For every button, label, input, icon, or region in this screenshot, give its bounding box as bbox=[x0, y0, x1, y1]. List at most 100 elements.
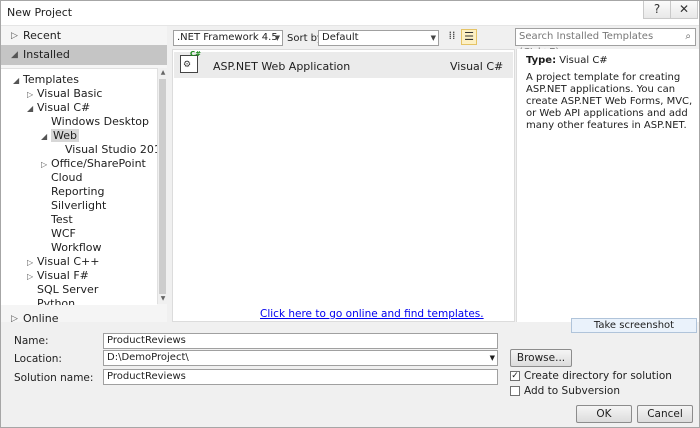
tree-item[interactable]: ◢ Web bbox=[41, 129, 79, 143]
tree-scrollbar[interactable]: ▲ ▼ bbox=[157, 68, 168, 304]
template-name: ASP.NET Web Application bbox=[213, 60, 351, 73]
installed-label: Installed bbox=[23, 48, 70, 61]
tree-item-label: Visual C# bbox=[37, 101, 91, 114]
solution-name-field[interactable]: ProductReviews bbox=[103, 369, 498, 385]
type-line: Type: Visual C# bbox=[526, 55, 608, 66]
tree-item-label: Workflow bbox=[51, 241, 102, 254]
online-label: Online bbox=[23, 312, 59, 325]
create-directory-label: Create directory for solution bbox=[524, 370, 672, 382]
category-panel: ▷ Recent ◢ Installed ◢ Templates ▷ Visual B… bbox=[1, 26, 168, 325]
template-item[interactable]: C# ⚙ ASP.NET Web Application Visual C# bbox=[174, 50, 513, 78]
small-icons-view-icon[interactable]: ⁞⁞ bbox=[444, 29, 460, 45]
gear-icon: ⚙ bbox=[183, 60, 192, 70]
expand-arrow-icon[interactable]: ▷ bbox=[11, 26, 18, 46]
tree-item[interactable]: Test bbox=[41, 213, 73, 227]
online-templates-link[interactable]: Click here to go online and find templat… bbox=[260, 308, 484, 320]
tree-item[interactable]: Silverlight bbox=[41, 199, 106, 213]
installed-section[interactable]: ◢ Installed bbox=[1, 45, 167, 65]
csharp-badge: C# bbox=[189, 50, 201, 58]
template-language: Visual C# bbox=[450, 60, 504, 73]
title-bar: New Project ? ✕ bbox=[1, 1, 699, 26]
ok-button[interactable]: OK bbox=[576, 405, 632, 423]
list-view-icon[interactable]: ☰ bbox=[461, 29, 477, 45]
collapse-arrow-icon[interactable]: ◢ bbox=[11, 45, 18, 65]
tree-item[interactable]: Windows Desktop bbox=[41, 115, 149, 129]
name-value: ProductReviews bbox=[107, 335, 186, 346]
tree-item[interactable]: Workflow bbox=[41, 241, 102, 255]
tree-arrow-icon[interactable]: ▷ bbox=[41, 158, 51, 172]
tree-item-label: Silverlight bbox=[51, 199, 107, 212]
tree-item[interactable]: WCF bbox=[41, 227, 76, 241]
description-panel: Type: Visual C# A project template for c… bbox=[516, 49, 699, 322]
tree-arrow-icon[interactable]: ◢ bbox=[27, 102, 37, 116]
tree-item-label: Python bbox=[37, 297, 76, 305]
template-list: C# ⚙ ASP.NET Web Application Visual C# C… bbox=[172, 49, 515, 322]
web-project-icon: C# ⚙ bbox=[180, 50, 201, 73]
tree-item[interactable]: ▷ Visual Basic bbox=[27, 87, 102, 101]
recent-label: Recent bbox=[23, 29, 62, 42]
location-value: D:\DemoProject\ bbox=[107, 352, 189, 363]
solution-name-value: ProductReviews bbox=[107, 371, 186, 382]
tree-item-label: Web bbox=[51, 129, 79, 142]
tree-item[interactable]: SQL Server bbox=[27, 283, 98, 297]
new-project-dialog: New Project ? ✕ ▷ Recent ◢ Installed ◢ Te… bbox=[0, 0, 700, 428]
browse-button[interactable]: Browse... bbox=[510, 349, 572, 367]
tree-item[interactable]: Cloud bbox=[41, 171, 82, 185]
search-icon[interactable]: ⌕ bbox=[685, 29, 691, 45]
tree-item-label: Office/SharePoint bbox=[51, 157, 146, 170]
template-toolbar: .NET Framework 4.5 ▼ Sort by: Default ▼ … bbox=[169, 26, 514, 48]
type-label: Type: bbox=[526, 55, 557, 66]
tree-item-label: SQL Server bbox=[37, 283, 99, 296]
template-tree: ◢ Templates ▷ Visual Basic ◢ Visual C# Windows… bbox=[1, 68, 157, 305]
tree-item[interactable]: Python bbox=[27, 297, 75, 305]
sort-select[interactable]: Default ▼ bbox=[318, 30, 439, 46]
tree-item-label: Visual F# bbox=[37, 269, 89, 282]
expand-arrow-icon[interactable]: ▷ bbox=[11, 309, 18, 329]
help-button[interactable]: ? bbox=[643, 1, 671, 19]
solution-name-label: Solution name: bbox=[14, 372, 94, 384]
take-screenshot-button[interactable]: Take screenshot bbox=[571, 318, 697, 333]
tree-arrow-icon[interactable]: ▷ bbox=[27, 270, 37, 284]
tree-item-label: Visual Studio 2012 bbox=[65, 143, 157, 156]
cancel-button[interactable]: Cancel bbox=[637, 405, 693, 423]
recent-section[interactable]: ▷ Recent bbox=[1, 26, 167, 46]
tree-item-label: Visual Basic bbox=[37, 87, 103, 100]
tree-item[interactable]: ▷ Visual F# bbox=[27, 269, 89, 283]
location-label: Location: bbox=[14, 353, 62, 365]
tree-arrow-icon[interactable]: ▷ bbox=[27, 88, 37, 102]
location-field[interactable]: D:\DemoProject\ ▼ bbox=[103, 350, 498, 366]
online-section[interactable]: ▷ Online bbox=[1, 309, 167, 329]
sort-value: Default bbox=[322, 32, 359, 43]
dropdown-arrow-icon[interactable]: ▼ bbox=[490, 351, 495, 365]
search-input[interactable]: Search Installed Templates (Ctrl+E) ⌕ bbox=[515, 28, 696, 58]
name-field[interactable]: ProductReviews bbox=[103, 333, 498, 349]
tree-item-label: Cloud bbox=[51, 171, 83, 184]
tree-arrow-icon[interactable]: ▷ bbox=[27, 256, 37, 270]
subversion-checkbox[interactable] bbox=[510, 386, 520, 396]
tree-item[interactable]: ▷ Visual C++ bbox=[27, 255, 99, 269]
dropdown-arrow-icon: ▼ bbox=[430, 34, 436, 42]
close-button[interactable]: ✕ bbox=[670, 1, 698, 19]
tree-item-label: WCF bbox=[51, 227, 76, 240]
tree-item[interactable]: Visual Studio 2012 bbox=[55, 143, 157, 157]
window-title: New Project bbox=[7, 6, 73, 19]
create-directory-checkbox[interactable]: ✓ bbox=[510, 371, 520, 381]
type-value: Visual C# bbox=[559, 55, 608, 66]
scroll-down-icon[interactable]: ▼ bbox=[158, 294, 168, 304]
tree-item[interactable]: ◢ Templates bbox=[13, 73, 79, 87]
template-description: A project template for creating ASP.NET … bbox=[526, 72, 693, 131]
scroll-thumb[interactable] bbox=[159, 79, 166, 294]
tree-item-label: Reporting bbox=[51, 185, 105, 198]
framework-select[interactable]: .NET Framework 4.5 ▼ bbox=[173, 30, 283, 46]
scroll-up-icon[interactable]: ▲ bbox=[158, 68, 168, 78]
tree-arrow-icon[interactable]: ◢ bbox=[41, 130, 51, 144]
subversion-label: Add to Subversion bbox=[524, 385, 620, 397]
dropdown-arrow-icon: ▼ bbox=[274, 34, 280, 42]
tree-item-label: Templates bbox=[23, 73, 79, 86]
tree-item[interactable]: Reporting bbox=[41, 185, 104, 199]
tree-item-label: Windows Desktop bbox=[51, 115, 149, 128]
tree-arrow-icon[interactable]: ◢ bbox=[13, 74, 23, 88]
name-label: Name: bbox=[14, 335, 49, 347]
tree-item[interactable]: ◢ Visual C# bbox=[27, 101, 90, 115]
tree-item[interactable]: ▷ Office/SharePoint bbox=[41, 157, 146, 171]
